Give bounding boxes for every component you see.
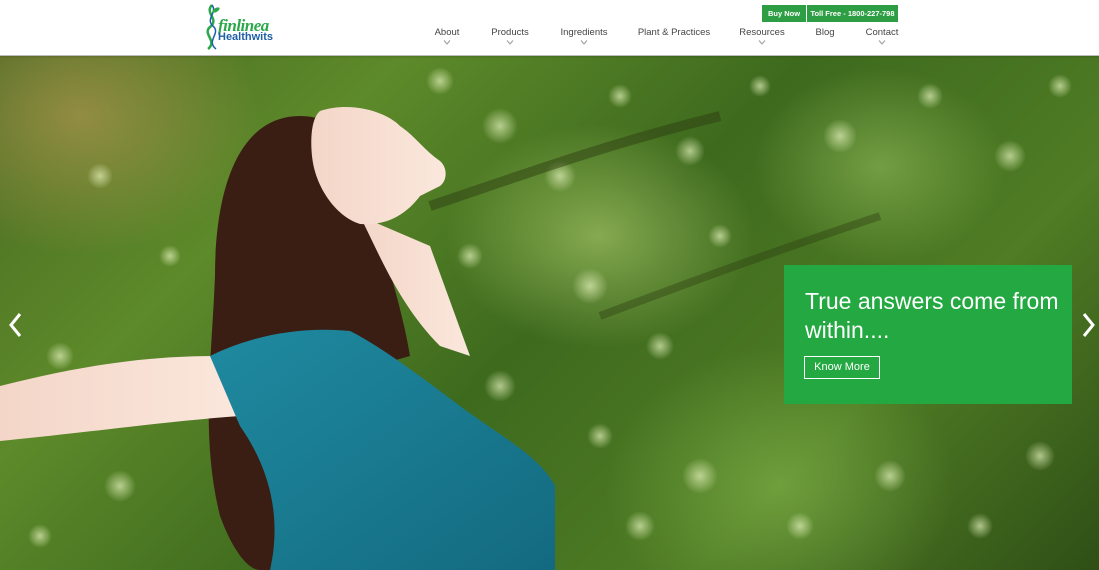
nav-products[interactable]: Products bbox=[491, 27, 529, 38]
nav-ingredients[interactable]: Ingredients bbox=[560, 27, 607, 38]
know-more-button[interactable]: Know More bbox=[804, 356, 880, 379]
nav-plant-practices[interactable]: Plant & Practices bbox=[638, 27, 710, 38]
nav-blog[interactable]: Blog bbox=[815, 27, 834, 38]
hero-callout: True answers come from within.... Know M… bbox=[784, 265, 1072, 404]
chevron-down-icon bbox=[580, 40, 588, 47]
hero-slider: True answers come from within.... Know M… bbox=[0, 56, 1099, 570]
nav-resources[interactable]: Resources bbox=[739, 27, 784, 38]
site-header: finlinea Healthwits Buy Now Toll Free - … bbox=[0, 0, 1099, 56]
chevron-down-icon bbox=[506, 40, 514, 47]
chevron-down-icon bbox=[878, 40, 886, 47]
chevron-right-icon[interactable] bbox=[1080, 310, 1098, 340]
chevron-down-icon bbox=[443, 40, 451, 47]
hero-slide-title: True answers come from within.... bbox=[805, 288, 1059, 343]
nav-contact[interactable]: Contact bbox=[866, 27, 899, 38]
chevron-down-icon bbox=[758, 40, 766, 47]
main-nav: About Products Ingredients Plant & Pract… bbox=[0, 0, 1099, 55]
nav-about[interactable]: About bbox=[435, 27, 460, 38]
chevron-left-icon[interactable] bbox=[6, 310, 24, 340]
